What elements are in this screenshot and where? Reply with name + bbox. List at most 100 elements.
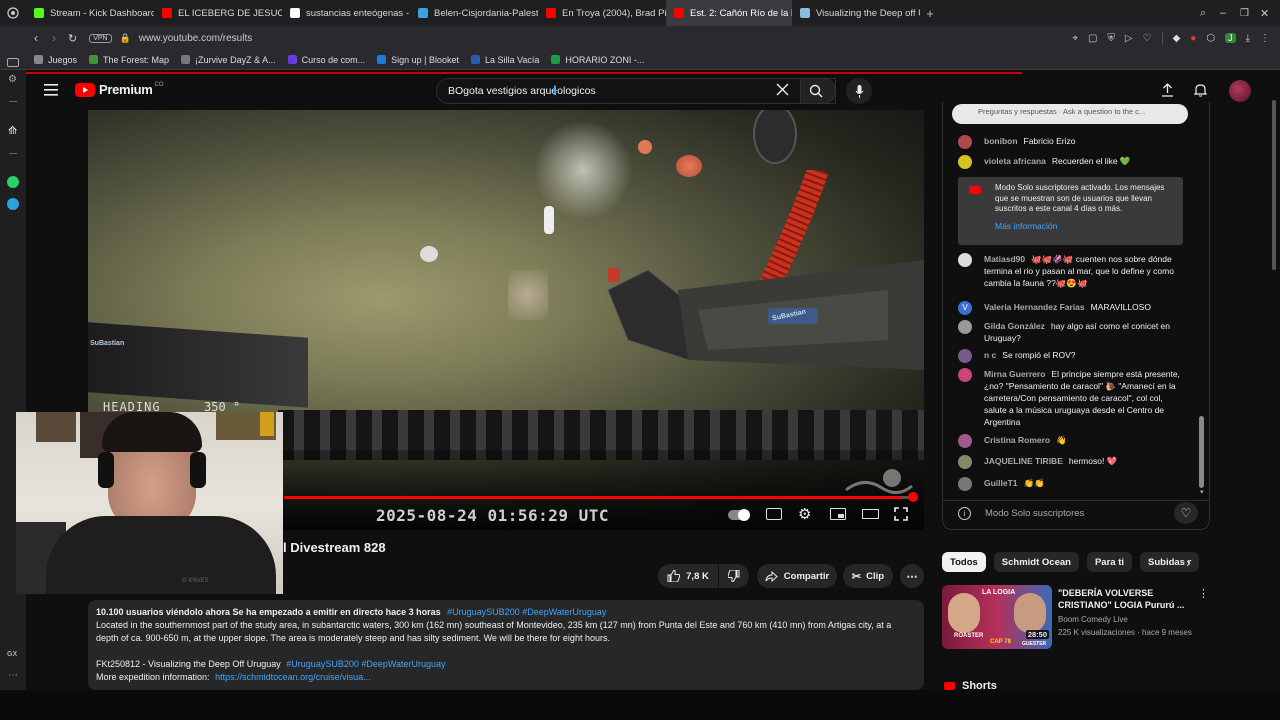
fullscreen-icon[interactable] [894, 507, 908, 521]
url-field[interactable]: www.youtube.com/results [139, 33, 252, 44]
shield-icon[interactable]: ⛨ [1107, 33, 1115, 44]
dislike-button[interactable] [719, 564, 749, 588]
theater-mode-icon[interactable] [862, 509, 879, 519]
chat-message[interactable]: V Valeria Hernandez Farias MARAVILLOSO [958, 301, 1184, 315]
chat-qa-banner[interactable]: Preguntas y respuestas · Ask a question … [952, 104, 1188, 124]
clip-button[interactable]: ✂ Clip [843, 564, 893, 588]
chat-author-avatar[interactable] [958, 349, 972, 363]
chat-author-avatar[interactable] [958, 253, 972, 267]
description-panel[interactable]: 10.100 usuarios viéndolo ahora Se ha emp… [88, 600, 924, 690]
chat-mode-more-info-link[interactable]: Más información [995, 221, 1175, 232]
like-button[interactable]: 7,8 K [658, 564, 718, 588]
chat-author-avatar[interactable] [958, 320, 972, 334]
chat-author-name[interactable]: JAQUELINE TIRIBE [984, 456, 1063, 466]
maximize-button[interactable]: ❐ [1240, 8, 1260, 19]
browser-menu-icon[interactable] [0, 7, 26, 19]
chat-author-name[interactable]: violeta africana [984, 156, 1046, 166]
chat-author-avatar[interactable] [958, 155, 972, 169]
telegram-icon[interactable] [7, 198, 19, 210]
chat-author-name[interactable]: GuilleT1 [984, 478, 1018, 488]
profile-icon[interactable]: J [1225, 33, 1236, 43]
browser-tab[interactable]: sustancias enteógenas - [282, 0, 410, 26]
chat-heart-button[interactable]: ♡ [1174, 502, 1198, 524]
forward-icon[interactable]: › [52, 31, 56, 45]
chat-author-name[interactable]: Matiasd90 [984, 254, 1025, 264]
browser-tab[interactable]: Stream - Kick Dashboard [26, 0, 154, 26]
chips-next-icon[interactable]: › [1186, 555, 1190, 570]
more-actions-button[interactable]: ⋯ [900, 564, 924, 588]
chat-message[interactable]: Matiasd90 🐙🐙🦑🐙 cuenten nos sobre dónde te… [958, 253, 1184, 289]
bookmark-item[interactable]: Juegos [34, 55, 77, 65]
chat-author-name[interactable]: Gilda González [984, 321, 1045, 331]
more-menu-icon[interactable]: ⋮ [1260, 33, 1270, 44]
account-avatar[interactable] [1229, 80, 1251, 102]
heart-icon[interactable]: ♡ [1143, 33, 1152, 44]
settings-gear-icon[interactable]: ⚙ [798, 505, 811, 523]
reload-icon[interactable]: ↻ [68, 32, 77, 45]
clear-search-icon[interactable] [776, 83, 789, 96]
notifications-bell-icon[interactable] [1194, 83, 1207, 97]
bookmark-item[interactable]: ¡Zurvive DayZ & A... [181, 55, 276, 65]
download-icon[interactable]: ⤓ [1246, 33, 1250, 44]
wallet-icon[interactable]: ◆ [1173, 33, 1181, 44]
chat-author-name[interactable]: Mirna Guerrero [984, 369, 1045, 379]
close-window-button[interactable]: ✕ [1260, 7, 1280, 20]
chat-author-avatar[interactable]: V [958, 301, 972, 315]
upload-icon[interactable] [1161, 83, 1174, 97]
related-video-title[interactable]: "DEBERÍA VOLVERSE CRISTIANO" LOGIA Purur… [1058, 587, 1188, 611]
subtitles-icon[interactable] [766, 508, 782, 520]
related-video-thumbnail[interactable]: LA LOGIA ROASTER CAP 78 GUESTER 28:50 [942, 585, 1052, 649]
whatsapp-icon[interactable] [7, 176, 19, 188]
chat-author-name[interactable]: bonibon [984, 136, 1018, 146]
extension-red-icon[interactable]: ● [1190, 33, 1196, 44]
chat-message[interactable]: bonibon Fabricio Erizo [958, 135, 1184, 149]
browser-tab[interactable]: Belen-Cisjordania-Palesti [410, 0, 538, 26]
browser-tab[interactable]: Visualizing the Deep off U [792, 0, 920, 26]
play-icon[interactable]: ▷ [1125, 33, 1133, 44]
share-button[interactable]: Compartir [757, 564, 837, 588]
chat-author-avatar[interactable] [958, 455, 972, 469]
filter-chip[interactable]: Subidas r [1140, 552, 1200, 572]
chat-message[interactable]: JAQUELINE TIRIBE hermoso! 💖 [958, 455, 1184, 469]
chat-author-name[interactable]: n c [984, 350, 996, 360]
chat-author-name[interactable]: Cristina Romero [984, 435, 1050, 445]
browser-tab[interactable]: EL ICEBERG DE JESUCRI [154, 0, 282, 26]
related-video-channel[interactable]: Boom Comedy Live [1058, 615, 1128, 624]
chat-message[interactable]: Cristina Romero 👋 [958, 434, 1184, 448]
filter-chip[interactable]: Para ti [1086, 552, 1133, 572]
browser-tab[interactable]: Est. 2: Cañón Río de la Pl [666, 0, 792, 26]
new-tab-button[interactable]: + [920, 6, 940, 21]
description-tags-1[interactable]: #UruguaySUB200 #DeepWaterUruguay [447, 607, 606, 617]
autoplay-toggle[interactable] [728, 509, 750, 521]
vpn-badge[interactable]: VPN [89, 33, 112, 43]
sidebar-arrow-icon[interactable]: ⟰ [8, 124, 17, 137]
chat-message[interactable]: Gilda González hay algo así como el conic… [958, 320, 1184, 344]
bookmark-page-icon[interactable]: ⌖ [1072, 33, 1078, 44]
chat-message[interactable]: GuilleT1 👏👏 [958, 477, 1184, 491]
sidebar-gx-icon[interactable]: GX [7, 651, 17, 658]
chat-author-avatar[interactable] [958, 434, 972, 448]
filter-chip[interactable]: Schmidt Ocean [993, 552, 1079, 572]
voice-search-button[interactable] [846, 78, 872, 104]
chat-author-avatar[interactable] [958, 135, 972, 149]
chat-message[interactable]: violeta africana Recuerden el like 💚 [958, 155, 1184, 169]
sidebar-panel-icon[interactable] [7, 58, 19, 67]
related-video-menu-icon[interactable]: ⋮ [1198, 587, 1209, 600]
miniplayer-icon[interactable] [830, 508, 846, 520]
description-more-link[interactable]: https://schmidtocean.org/cruise/visua... [215, 672, 371, 682]
bookmark-item[interactable]: The Forest: Map [89, 55, 169, 65]
extensions-icon[interactable]: ⬡ [1206, 33, 1215, 44]
bookmark-item[interactable]: HORARIO ZONI -... [551, 55, 644, 65]
chat-message[interactable]: Mirna Guerrero El principe siempre está p… [958, 368, 1184, 428]
search-input[interactable]: BOgota vestigios arqueologicos [448, 85, 596, 97]
search-tabs-icon[interactable]: ⌕ [1200, 7, 1220, 20]
chat-message[interactable]: n c Se rompió el ROV? [958, 349, 1184, 363]
description-tags-2[interactable]: #UruguaySUB200 #DeepWaterUruguay [286, 659, 445, 669]
page-scrollbar[interactable] [1272, 100, 1276, 270]
sidebar-more-icon[interactable]: ⋯ [8, 670, 18, 681]
minimize-button[interactable]: – [1220, 7, 1240, 19]
browser-tab[interactable]: En Troya (2004), Brad Pi [538, 0, 666, 26]
chat-author-name[interactable]: Valeria Hernandez Farias [984, 302, 1085, 312]
related-video-item[interactable]: LA LOGIA ROASTER CAP 78 GUESTER 28:50 "D… [942, 585, 1212, 649]
back-icon[interactable]: ‹ [34, 31, 38, 45]
